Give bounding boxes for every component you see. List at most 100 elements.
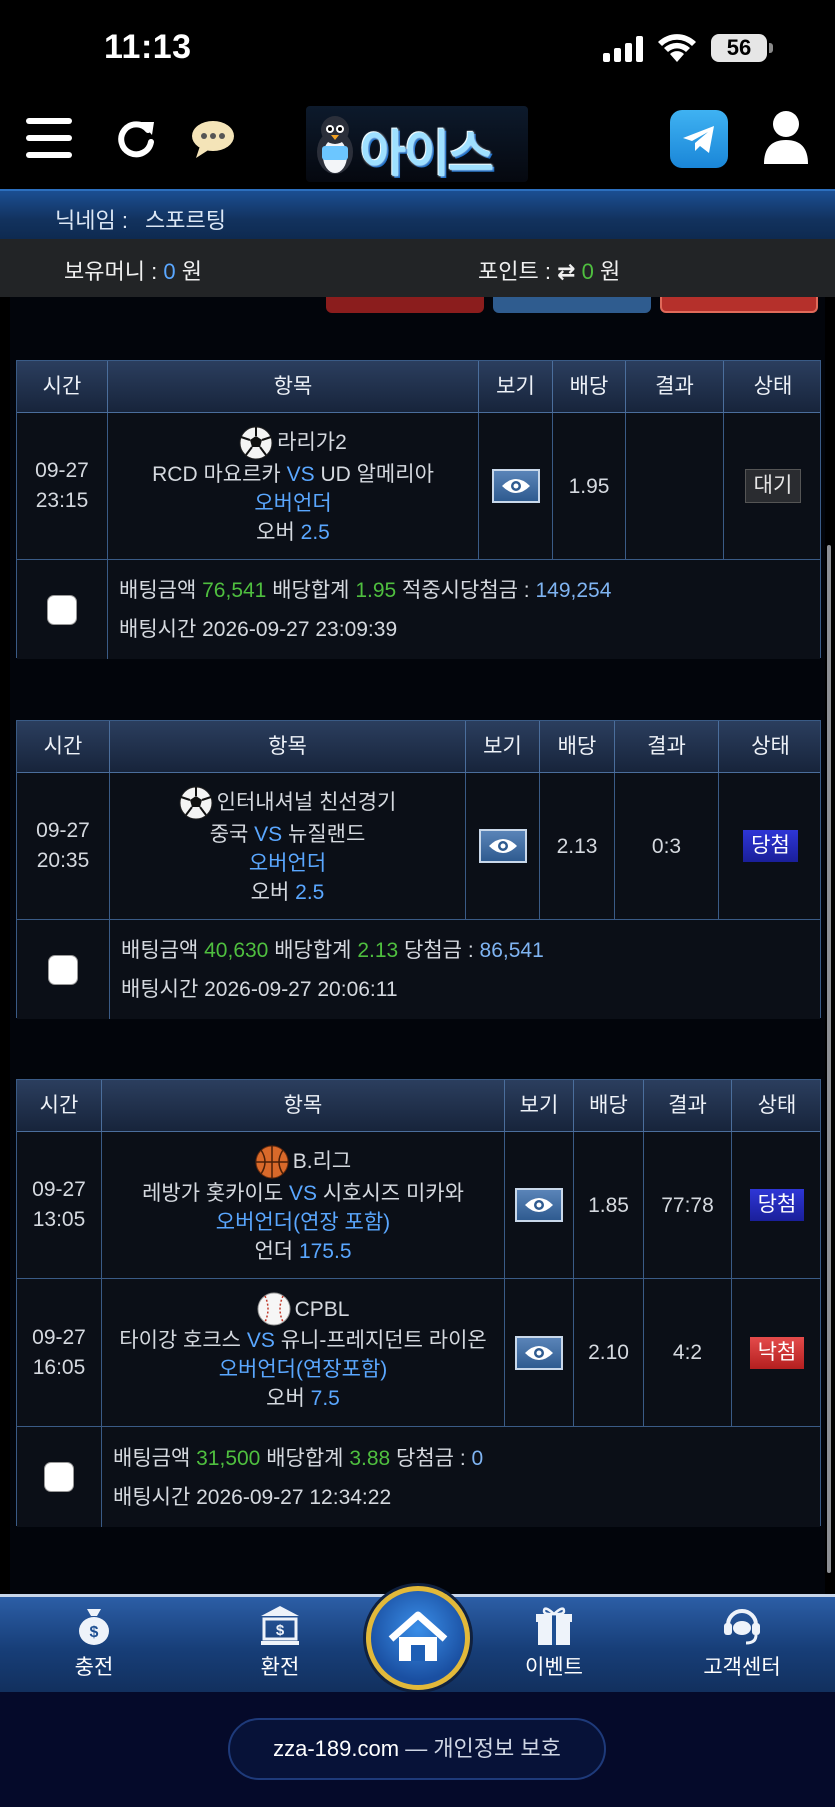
bet-slip-card: 시간 항목 보기 배당 결과 상태 09-27 23:15 라리가2 RCD 마… [16, 360, 821, 659]
status-badge: 대기 [744, 469, 802, 503]
total-odds-label: 배당합계 [272, 579, 350, 602]
nav-support[interactable]: 고객센터 [672, 1603, 812, 1681]
teams-line: 레방가 홋카이도 VS 시호시즈 미카와 [142, 1179, 464, 1208]
nav-support-label: 고객센터 [703, 1656, 781, 1679]
select-checkbox[interactable] [47, 594, 77, 625]
match-time: 13:05 [32, 1208, 86, 1231]
payout-label: 적중시당첨금 : [402, 579, 530, 602]
home-team: 중국 [209, 822, 249, 846]
bet-slip-card: 시간 항목 보기 배당 결과 상태 09-27 13:05 B.리그 레방가 홋… [16, 1079, 822, 1527]
view-details-button[interactable] [515, 1335, 563, 1370]
url-domain: zza-189.com [273, 1736, 400, 1761]
payout-amount: 149,254 [535, 579, 612, 602]
status-badge: 낙첨 [749, 1336, 805, 1369]
hamburger-menu-icon[interactable] [26, 118, 72, 158]
convert-arrows-icon[interactable]: ⇄ [557, 259, 575, 284]
cellular-signal-icon [603, 36, 645, 62]
result-value [626, 413, 724, 559]
pick-value: 175.5 [298, 1239, 352, 1263]
odds-value: 1.95 [553, 413, 626, 559]
away-team: UD 알메리아 [320, 462, 434, 486]
scrollbar[interactable] [827, 545, 831, 1573]
odds-value: 1.85 [574, 1132, 644, 1278]
privacy-label: 개인정보 보호 [433, 1736, 561, 1761]
wifi-icon [658, 34, 696, 62]
nav-charge[interactable]: $ 충전 [24, 1603, 164, 1681]
pick-label: 언더 [254, 1239, 294, 1263]
header-odds: 배당 [574, 1080, 644, 1132]
match-datetime: 09-27 20:35 [17, 773, 110, 919]
header-result: 결과 [626, 361, 724, 413]
amount-label: 배팅금액 [113, 1447, 191, 1470]
soccer-ball-icon [239, 426, 273, 459]
bet-amount: 76,541 [202, 579, 267, 602]
teams-line: 타이강 호크스 VS 유니-프레지던트 라이온 [119, 1326, 487, 1355]
select-checkbox[interactable] [44, 1462, 74, 1492]
status-time: 11:13 [104, 28, 192, 66]
url-bar[interactable]: zza-189.com — 개인정보 보호 [228, 1718, 606, 1780]
site-logo[interactable]: 아이스 [306, 106, 528, 182]
match-time: 20:35 [36, 849, 90, 872]
bet-time-line: 배팅시간 2026-09-27 12:34:22 [113, 1481, 391, 1511]
result-value: 77:78 [644, 1132, 732, 1278]
total-odds: 1.95 [355, 579, 397, 602]
match-datetime: 09-27 13:05 [17, 1132, 102, 1278]
table-header: 시간 항목 보기 배당 결과 상태 [17, 1080, 820, 1132]
view-details-button[interactable] [515, 1188, 563, 1222]
match-info: 라리가2 RCD 마요르카 VS UD 알메리아 오버언더 오버 2.5 [108, 413, 479, 559]
view-cell [505, 1279, 574, 1426]
chat-bubble-icon[interactable] [190, 118, 236, 160]
league-line: B.리그 [255, 1145, 351, 1179]
select-checkbox[interactable] [48, 954, 78, 985]
refresh-icon[interactable] [114, 116, 158, 160]
pick-value: 7.5 [310, 1387, 340, 1410]
home-button[interactable] [366, 1586, 470, 1690]
status-badge: 당첨 [743, 830, 798, 862]
match-time: 23:15 [35, 489, 89, 512]
league-name: 인터내셔널 친선경기 [216, 791, 397, 814]
nav-exchange[interactable]: $ 환전 [210, 1603, 350, 1681]
league-name: CPBL [294, 1297, 350, 1321]
gift-icon [536, 1607, 572, 1645]
tab-button-red[interactable] [326, 297, 484, 313]
money-unit: 원 [181, 259, 202, 284]
view-cell [466, 773, 540, 919]
bet-summary: 배팅금액 31,500 배당합계 3.88 당첨금 : 0 배팅시간 2026-… [17, 1427, 820, 1527]
market-name: 오버언더 [254, 491, 332, 515]
status-cell: 낙첨 [732, 1279, 822, 1426]
tab-button-blue[interactable] [493, 297, 651, 313]
total-odds-label: 배당합계 [266, 1447, 344, 1470]
view-details-button[interactable] [478, 829, 527, 863]
battery-indicator: 56 [711, 34, 773, 62]
league-name: B.리그 [292, 1150, 352, 1173]
header-time: 시간 [17, 1080, 102, 1132]
total-odds: 3.88 [349, 1447, 391, 1470]
pick-value: 2.5 [295, 880, 325, 904]
table-header: 시간 항목 보기 배당 결과 상태 [17, 721, 820, 773]
vs-label: VS [254, 822, 283, 846]
header-view: 보기 [466, 721, 540, 773]
telegram-button[interactable] [670, 110, 728, 168]
vs-label: VS [286, 462, 315, 486]
view-cell [505, 1132, 574, 1278]
bet-summary-amounts: 배팅금액 76,541 배당합계 1.95 적중시당첨금 : 149,254 [119, 574, 611, 604]
table-row: 09-27 23:15 라리가2 RCD 마요르카 VS UD 알메리아 오버언… [17, 413, 820, 560]
point-value: 0 [581, 259, 594, 284]
status-cell: 대기 [724, 413, 822, 559]
header-time: 시간 [17, 361, 108, 413]
payout-label: 당첨금 : [404, 939, 474, 962]
market-name: 오버언더(연장 포함) [215, 1210, 391, 1234]
headset-icon [724, 1609, 760, 1645]
tab-button-red-outline[interactable] [660, 297, 818, 313]
user-profile-icon[interactable] [762, 110, 810, 166]
header-time: 시간 [17, 721, 110, 773]
nav-event[interactable]: 이벤트 [484, 1603, 624, 1681]
money-label: 보유머니 : [64, 259, 158, 284]
header-odds: 배당 [540, 721, 615, 773]
nickname-value: 스포르팅 [145, 208, 226, 233]
pick-line: 오버 2.5 [251, 878, 325, 907]
league-line: 인터내셔널 친선경기 [179, 786, 397, 820]
status-cell: 당첨 [719, 773, 822, 919]
view-details-button[interactable] [491, 469, 540, 503]
pick-line: 오버 2.5 [256, 518, 330, 547]
